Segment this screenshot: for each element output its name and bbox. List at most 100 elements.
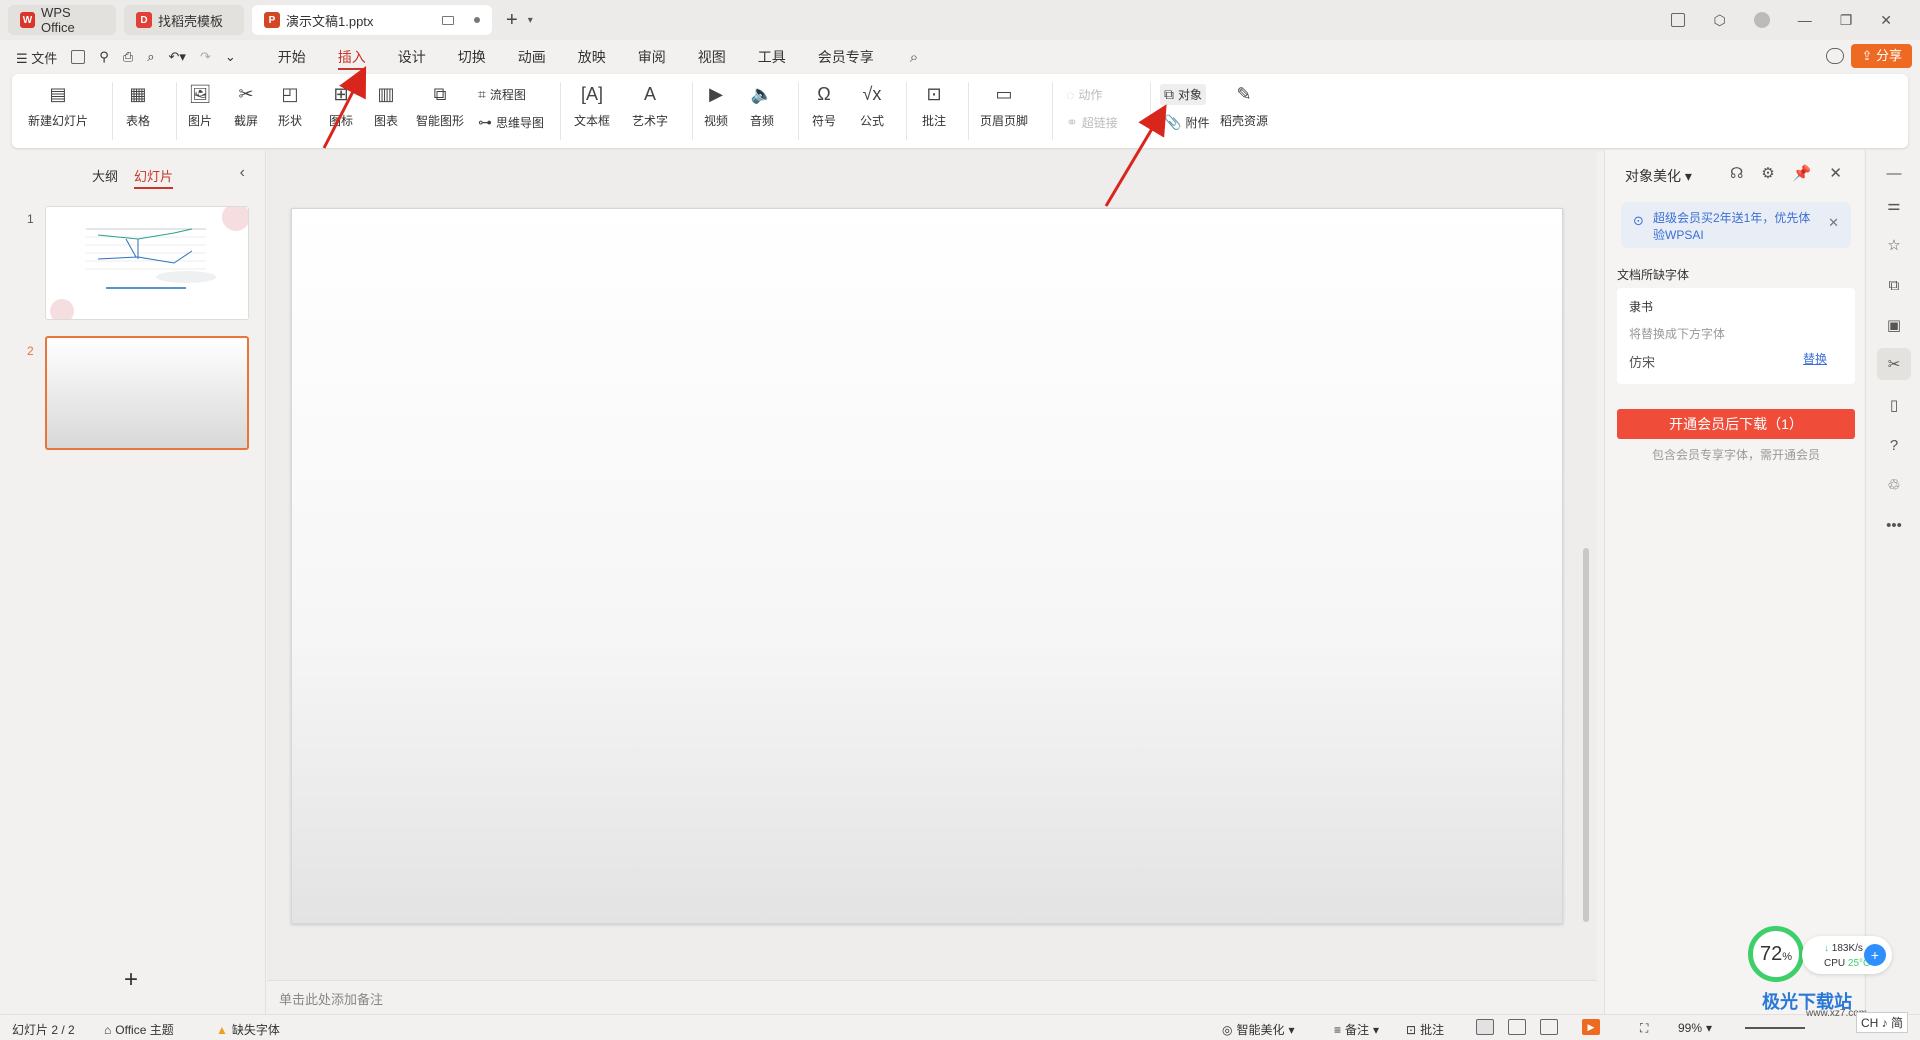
sliders-icon[interactable]: ⚌ bbox=[1885, 196, 1903, 214]
attachment-button[interactable]: 📎 附件 bbox=[1164, 114, 1209, 131]
tab-slideshow[interactable]: 放映 bbox=[562, 40, 622, 74]
slide-sorter-icon[interactable] bbox=[1508, 1019, 1526, 1035]
flowchart-button[interactable]: ⌗ 流程图 bbox=[478, 86, 526, 103]
tab-presentation[interactable]: P 演示文稿1.pptx bbox=[252, 5, 492, 35]
shirt-icon[interactable]: ♲ bbox=[1885, 476, 1903, 494]
header-footer-button[interactable]: ▭ 页眉页脚 bbox=[980, 82, 1028, 129]
formula-button[interactable]: √x 公式 bbox=[860, 82, 884, 129]
docer-resources-button[interactable]: ✎ 稻壳资源 bbox=[1220, 82, 1268, 129]
preview-icon[interactable]: ⌕ bbox=[147, 49, 154, 65]
current-slide[interactable] bbox=[291, 208, 1563, 924]
zoom-slider[interactable] bbox=[1745, 1027, 1805, 1029]
link-icon[interactable]: ⚲ bbox=[99, 49, 109, 65]
share-button[interactable]: ⇪ 分享 bbox=[1851, 44, 1912, 68]
performance-widget[interactable]: 72% ↓ 183K/s CPU 25°C + bbox=[1748, 926, 1898, 982]
audio-button[interactable]: 🔈 音频 bbox=[750, 82, 774, 129]
member-promo-banner[interactable]: ⊙ 超级会员买2年送1年，优先体验WPSAI ✕ bbox=[1621, 202, 1851, 248]
cloud-icon[interactable] bbox=[1826, 48, 1844, 64]
tab-outline[interactable]: 大纲 bbox=[92, 166, 118, 189]
tab-design[interactable]: 设计 bbox=[382, 40, 442, 74]
tools-icon[interactable]: ✂ bbox=[1877, 348, 1911, 380]
boost-plus-icon[interactable]: + bbox=[1864, 944, 1886, 966]
missing-font-button[interactable]: ▲ 缺失字体 bbox=[216, 1021, 280, 1038]
vertical-scrollbar[interactable] bbox=[1583, 158, 1589, 978]
new-tab-plus-icon[interactable]: + bbox=[506, 9, 518, 32]
gear-icon[interactable]: ⚙ bbox=[1761, 164, 1774, 182]
new-slide-button[interactable]: ▤ 新建幻灯片 bbox=[28, 82, 88, 129]
star-icon[interactable]: ☆ bbox=[1885, 236, 1903, 254]
save-icon[interactable] bbox=[71, 50, 86, 64]
cube-icon[interactable]: ⬡ bbox=[1713, 12, 1725, 29]
avatar[interactable] bbox=[1753, 12, 1770, 28]
tab-transitions[interactable]: 切换 bbox=[442, 40, 502, 74]
comment-button[interactable]: ⊡ 批注 bbox=[922, 82, 946, 129]
tab-docer-templates[interactable]: D 找稻壳模板 bbox=[124, 5, 244, 35]
video-button[interactable]: ▶ 视频 bbox=[704, 82, 728, 129]
table-button[interactable]: ▦ 表格 bbox=[126, 82, 150, 129]
unsaved-dot-icon[interactable] bbox=[474, 17, 480, 23]
screenshot-button[interactable]: ✂ 截屏 bbox=[234, 82, 258, 129]
ime-indicator[interactable]: CH ♪ 简 bbox=[1856, 1012, 1909, 1033]
more-icon[interactable]: ••• bbox=[1885, 516, 1903, 534]
tab-member[interactable]: 会员专享 bbox=[802, 40, 890, 74]
smartart-button[interactable]: ⧉ 智能图形 bbox=[416, 82, 464, 129]
tab-animations[interactable]: 动画 bbox=[502, 40, 562, 74]
theme-button[interactable]: ⌂ Office 主题 bbox=[104, 1021, 174, 1038]
minimize-icon[interactable]: — bbox=[1798, 12, 1812, 28]
textbox-button[interactable]: [A] 文本框 bbox=[574, 82, 610, 129]
collapse-chevron-icon[interactable]: ‹ bbox=[240, 164, 245, 182]
redo-icon[interactable]: ↷ bbox=[200, 49, 211, 65]
object-button[interactable]: ⧉ 对象 bbox=[1160, 84, 1207, 105]
fit-window-icon[interactable]: ⛶ bbox=[1640, 1021, 1648, 1036]
picture-edit-icon[interactable]: ▣ bbox=[1885, 316, 1903, 334]
promo-close-icon[interactable]: ✕ bbox=[1828, 214, 1839, 231]
tab-tools[interactable]: 工具 bbox=[742, 40, 802, 74]
close-icon[interactable]: ✕ bbox=[1880, 12, 1892, 29]
monitor-icon[interactable] bbox=[442, 15, 454, 25]
file-menu[interactable]: ☰ 文件 bbox=[16, 48, 57, 67]
tab-view[interactable]: 视图 bbox=[682, 40, 742, 74]
reading-view-icon[interactable] bbox=[1540, 1019, 1558, 1035]
copy-icon[interactable]: ⧉ bbox=[1885, 276, 1903, 294]
download-fonts-button[interactable]: 开通会员后下载（1） bbox=[1617, 409, 1855, 439]
tab-list-chevron-icon[interactable]: ▾ bbox=[528, 15, 533, 26]
normal-view-icon[interactable] bbox=[1476, 1019, 1494, 1035]
mindmap-button[interactable]: ⊶ 思维导图 bbox=[478, 114, 544, 131]
close-icon[interactable]: ✕ bbox=[1829, 164, 1842, 182]
layout-icon[interactable] bbox=[1671, 13, 1686, 27]
book-icon[interactable]: ▯ bbox=[1885, 396, 1903, 414]
chart-button[interactable]: ▥ 图表 bbox=[374, 82, 398, 129]
slideshow-play-icon[interactable]: ▶ bbox=[1582, 1019, 1600, 1035]
zoom-level[interactable]: 99% ▾ bbox=[1678, 1021, 1712, 1035]
picture-button[interactable]: 🖼 图片 bbox=[188, 82, 212, 129]
slide-thumbnail-2[interactable] bbox=[45, 336, 249, 450]
slide-thumbnail-1[interactable] bbox=[45, 206, 249, 320]
pane-title[interactable]: 对象美化 ▾ bbox=[1625, 166, 1692, 186]
print-icon[interactable]: ⎙ bbox=[123, 49, 133, 65]
undo-icon[interactable]: ↶▾ bbox=[169, 49, 186, 65]
smart-beautify-button[interactable]: ◎ 智能美化 ▾ bbox=[1222, 1021, 1295, 1038]
icon-button[interactable]: ⊞ 图标 bbox=[329, 82, 353, 129]
comments-toggle[interactable]: ⊡ 批注 bbox=[1406, 1021, 1444, 1038]
restore-icon[interactable]: ❐ bbox=[1840, 12, 1853, 29]
wordart-button[interactable]: A 艺术字 bbox=[632, 82, 668, 129]
shape-button[interactable]: ◰ 形状 bbox=[278, 82, 302, 129]
search-icon[interactable]: ⌕ bbox=[910, 49, 918, 66]
collapse-dash-icon[interactable]: — bbox=[1885, 164, 1903, 182]
tab-review[interactable]: 审阅 bbox=[622, 40, 682, 74]
scrollbar-thumb[interactable] bbox=[1583, 548, 1589, 922]
more-chevron-icon[interactable]: ⌄ bbox=[225, 49, 236, 65]
add-slide-plus-icon[interactable]: + bbox=[124, 966, 138, 994]
tab-slides[interactable]: 幻灯片 bbox=[134, 166, 174, 189]
headset-icon[interactable]: ☊ bbox=[1730, 164, 1743, 182]
notes-pane[interactable]: 单击此处添加备注 bbox=[267, 980, 1597, 1014]
notes-toggle[interactable]: ≡ 备注 ▾ bbox=[1334, 1021, 1379, 1038]
help-icon[interactable]: ? bbox=[1885, 436, 1903, 454]
tab-home[interactable]: 开始 bbox=[262, 40, 322, 74]
symbol-button[interactable]: Ω 符号 bbox=[812, 82, 836, 129]
pin-icon[interactable]: 📌 bbox=[1793, 164, 1812, 182]
smart-beautify-label: 智能美化 bbox=[1236, 1023, 1285, 1037]
replace-link[interactable]: 替换 bbox=[1803, 350, 1827, 367]
tab-wps-office[interactable]: W WPS Office bbox=[8, 5, 116, 35]
tab-insert[interactable]: 插入 bbox=[322, 40, 382, 74]
